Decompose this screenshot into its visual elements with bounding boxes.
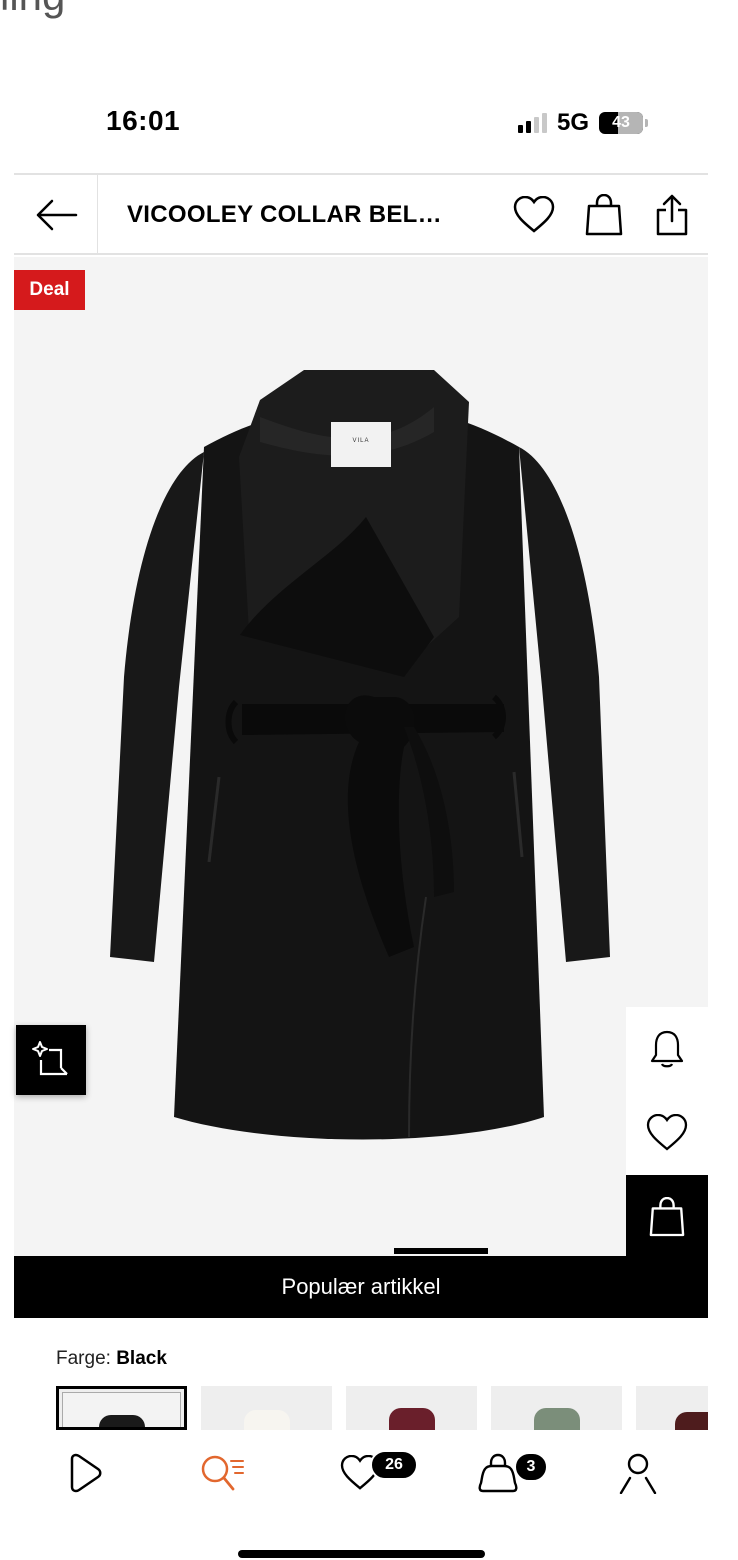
wishlist-count-badge: 26 — [370, 1450, 418, 1480]
share-icon — [656, 194, 688, 236]
side-actions — [626, 1007, 708, 1259]
heart-icon — [646, 1114, 688, 1151]
coat-image: VILA — [110, 370, 610, 1140]
nav-home[interactable] — [54, 1448, 114, 1498]
shopping-bag-icon — [649, 1197, 685, 1237]
share-button[interactable] — [650, 193, 694, 237]
bell-icon — [650, 1030, 684, 1068]
product-header: VICOOLEY COLLAR BEL… — [14, 173, 708, 255]
selected-color: Black — [116, 1348, 167, 1369]
image-pagination[interactable] — [14, 1248, 708, 1256]
back-arrow-icon — [36, 199, 77, 231]
cut-off-text: ling — [0, 0, 65, 20]
shopping-bag-icon — [478, 1453, 518, 1493]
page-indicator-active — [394, 1248, 488, 1254]
nav-search[interactable] — [192, 1448, 252, 1498]
status-time: 16:01 — [106, 105, 181, 136]
add-to-bag-button[interactable] — [582, 193, 626, 237]
play-logo-icon — [70, 1453, 102, 1493]
user-icon — [619, 1453, 657, 1494]
popular-banner: Populær artikkel — [14, 1256, 708, 1318]
cart-count-badge: 3 — [514, 1452, 548, 1482]
wishlist-button[interactable] — [512, 193, 556, 237]
network-type: 5G — [556, 109, 589, 136]
deal-badge: Deal — [14, 270, 85, 310]
status-bar: 16:01 5G 43 — [0, 95, 738, 151]
bottom-nav: 26 3 — [0, 1430, 738, 1520]
color-swatches — [56, 1386, 708, 1430]
battery-icon: 43 — [599, 112, 648, 134]
sparkle-crop-icon — [32, 1041, 68, 1076]
brand-label-text: VILA — [352, 438, 369, 444]
color-swatch-white[interactable] — [201, 1386, 332, 1430]
color-label: Farge: Black — [56, 1348, 167, 1370]
home-indicator[interactable] — [238, 1550, 485, 1558]
side-add-to-bag-button[interactable] — [626, 1175, 708, 1259]
color-swatch-green[interactable] — [491, 1386, 622, 1430]
color-swatch-black[interactable] — [56, 1386, 187, 1430]
status-indicators: 5G 43 — [517, 109, 648, 137]
product-image[interactable]: VILA — [14, 257, 708, 1257]
search-icon — [201, 1455, 244, 1491]
heart-icon — [513, 196, 555, 233]
signal-icon — [517, 113, 547, 133]
color-label-prefix: Farge: — [56, 1348, 111, 1369]
back-button[interactable] — [14, 175, 98, 255]
color-swatch-brown[interactable] — [636, 1386, 708, 1430]
color-swatch-burgundy[interactable] — [346, 1386, 477, 1430]
notify-button[interactable] — [626, 1007, 708, 1091]
visual-search-button[interactable] — [16, 1025, 86, 1095]
page-title: VICOOLEY COLLAR BEL… — [127, 201, 442, 228]
nav-profile[interactable] — [608, 1448, 668, 1498]
side-wishlist-button[interactable] — [626, 1091, 708, 1175]
shopping-bag-icon — [585, 194, 623, 236]
battery-level: 43 — [612, 114, 630, 131]
